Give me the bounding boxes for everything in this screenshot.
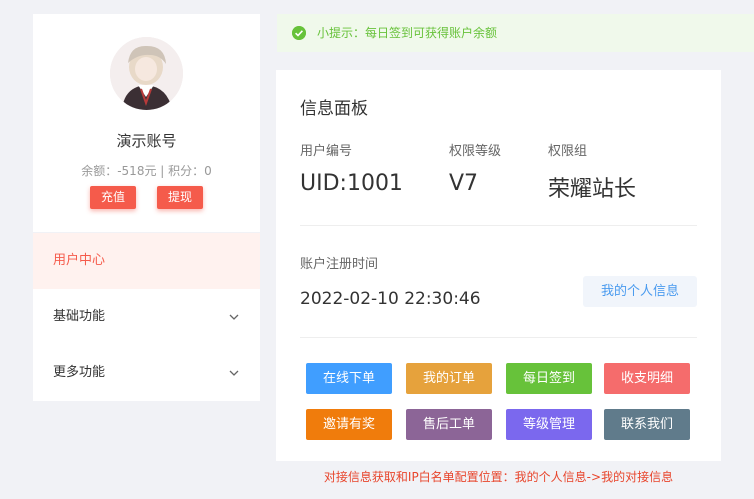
username: 演示账号 <box>116 132 177 150</box>
registration-time-label: 账户注册时间 <box>300 257 379 272</box>
footer-note: 对接信息获取和IP白名单配置位置：我的个人信息->我的对接信息 <box>323 470 674 484</box>
stat-value: UID:1001 <box>300 171 403 196</box>
stat-value: 荣耀站长 <box>548 177 637 202</box>
tip-text: 小提示：每日签到可获得账户余额 <box>317 26 498 40</box>
registration-time-value: 2022-02-10 22:30:46 <box>300 289 481 309</box>
info-panel: 信息面板 用户编号 UID:1001 权限等级 V7 权限组 荣耀站长 账户注册… <box>276 70 721 461</box>
balance-points-text: 余额：-518元 | 积分：0 <box>81 164 212 178</box>
avatar[interactable] <box>110 37 183 110</box>
divider <box>300 337 697 338</box>
daily-checkin-button[interactable]: 每日签到 <box>506 363 592 394</box>
sidebar-item-user-center[interactable]: 用户中心 <box>33 233 260 289</box>
profile-card: 演示账号 余额：-518元 | 积分：0 充值 提现 <box>33 14 260 232</box>
my-personal-info-button[interactable]: 我的个人信息 <box>583 276 697 307</box>
online-order-button[interactable]: 在线下单 <box>306 363 392 394</box>
sidebar-nav: 用户中心 基础功能 更多功能 <box>33 233 260 401</box>
sidebar-item-more-functions[interactable]: 更多功能 <box>33 345 260 401</box>
invite-reward-button[interactable]: 邀请有奖 <box>306 409 392 440</box>
panel-title: 信息面板 <box>300 99 368 119</box>
my-orders-button[interactable]: 我的订单 <box>406 363 492 394</box>
success-check-icon <box>292 26 306 40</box>
chevron-down-icon <box>229 314 239 320</box>
stat-permission-group: 权限组 荣耀站长 <box>548 140 636 203</box>
chevron-down-icon <box>229 370 239 376</box>
stat-label: 权限组 <box>548 144 588 159</box>
tip-alert: 小提示：每日签到可获得账户余额 <box>277 14 754 52</box>
divider <box>300 225 697 226</box>
sidebar-item-label: 基础功能 <box>53 309 106 324</box>
sidebar-item-label: 用户中心 <box>53 253 106 268</box>
stat-label: 用户编号 <box>300 144 353 159</box>
stat-value: V7 <box>449 171 479 196</box>
withdraw-button[interactable]: 提现 <box>157 186 204 209</box>
contact-us-button[interactable]: 联系我们 <box>604 409 690 440</box>
stat-user-id: 用户编号 UID:1001 <box>300 140 403 196</box>
transactions-button[interactable]: 收支明细 <box>604 363 690 394</box>
after-sales-ticket-button[interactable]: 售后工单 <box>406 409 492 440</box>
avatar-illustration-icon <box>110 37 183 110</box>
sidebar-item-basic-functions[interactable]: 基础功能 <box>33 289 260 345</box>
recharge-button[interactable]: 充值 <box>89 186 136 209</box>
level-management-button[interactable]: 等级管理 <box>506 409 592 440</box>
stat-label: 权限等级 <box>449 144 502 159</box>
sidebar-item-label: 更多功能 <box>53 365 106 380</box>
stat-permission-level: 权限等级 V7 <box>449 140 501 196</box>
